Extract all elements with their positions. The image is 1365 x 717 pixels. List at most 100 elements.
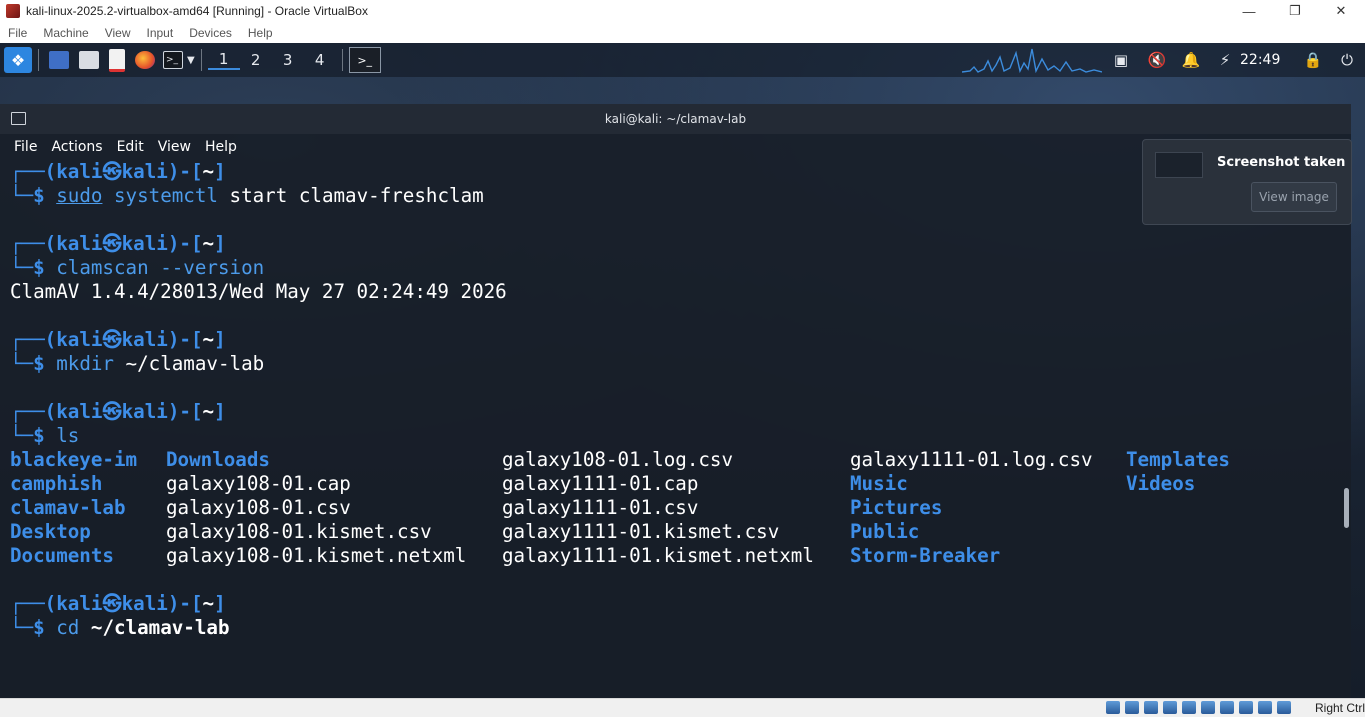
- file-entry: galaxy108-01.cap: [166, 472, 351, 495]
- vbox-menu-devices[interactable]: Devices: [181, 26, 240, 40]
- prompt-mid: )-[: [167, 400, 203, 423]
- vbox-menu-bar: File Machine View Input Devices Help: [0, 22, 1365, 44]
- file-entry: galaxy1111-01.csv: [502, 496, 699, 519]
- file-entry: galaxy1111-01.cap: [502, 472, 699, 495]
- logout-icon[interactable]: ⏻: [1336, 43, 1358, 77]
- prompt-cwd: ~: [202, 592, 215, 615]
- optical-drive-icon[interactable]: [1125, 701, 1139, 714]
- command-option: systemctl: [114, 184, 218, 207]
- show-desktop-icon[interactable]: [49, 47, 69, 73]
- shared-folder-icon[interactable]: [1201, 701, 1215, 714]
- command-name: ls: [56, 424, 80, 447]
- vbox-window-title: kali-linux-2025.2-virtualbox-amd64 [Runn…: [26, 4, 368, 18]
- prompt-host: kali: [121, 328, 168, 351]
- command-args: start clamav-freshclam: [229, 184, 484, 207]
- directory-entry: Downloads: [166, 448, 270, 471]
- kali-menu-icon[interactable]: ❖: [4, 47, 32, 73]
- vbox-menu-file[interactable]: File: [0, 26, 35, 40]
- lock-icon[interactable]: 🔒: [1302, 43, 1324, 77]
- directory-entry: Templates: [1126, 448, 1230, 471]
- firefox-icon[interactable]: [135, 47, 155, 73]
- prompt-dollar: └─$: [10, 184, 45, 207]
- command-line: └─$ mkdir ~/clamav-lab: [10, 352, 1330, 376]
- directory-entry: Videos: [1126, 472, 1196, 495]
- output-line: ClamAV 1.4.4/28013/Wed May 27 02:24:49 2…: [10, 280, 1330, 304]
- network-icon[interactable]: [1163, 701, 1177, 714]
- prompt-cwd: ~: [202, 160, 215, 183]
- mute-icon[interactable]: 🔇: [1146, 43, 1168, 77]
- file-entry: galaxy1111-01.kismet.csv: [502, 520, 780, 543]
- terminal-menu-view[interactable]: View: [158, 139, 191, 155]
- vbox-menu-machine[interactable]: Machine: [35, 26, 96, 40]
- bell-icon[interactable]: 🔔: [1180, 43, 1202, 77]
- prompt-line: ┌──(kali㉿kali)-[~]: [10, 400, 1330, 424]
- prompt-at-symbol: ㉿: [102, 328, 122, 351]
- chevron-down-icon[interactable]: ▼: [187, 47, 195, 73]
- close-button[interactable]: ✕: [1318, 0, 1364, 22]
- prompt-host: kali: [121, 592, 168, 615]
- workspace-3[interactable]: 3: [272, 51, 304, 69]
- prompt-top-close: ]: [214, 400, 226, 423]
- minimize-button[interactable]: —: [1226, 0, 1272, 22]
- view-image-button[interactable]: View image: [1251, 182, 1337, 212]
- command-line: └─$ sudo systemctl start clamav-freshcla…: [10, 184, 1330, 208]
- prompt-user: kali: [56, 328, 103, 351]
- prompt-user: kali: [56, 400, 103, 423]
- command-args: ~/clamav-lab: [125, 352, 265, 375]
- command-line: └─$ ls: [10, 424, 1330, 448]
- text-editor-icon[interactable]: [109, 47, 125, 73]
- maximize-button[interactable]: ❐: [1272, 0, 1318, 22]
- prompt-user: kali: [56, 160, 103, 183]
- vbox-title-bar: kali-linux-2025.2-virtualbox-amd64 [Runn…: [0, 0, 1365, 22]
- cpu-icon[interactable]: [1258, 701, 1272, 714]
- usb-icon[interactable]: [1182, 701, 1196, 714]
- panel-separator: [38, 49, 39, 71]
- vbox-menu-input[interactable]: Input: [139, 26, 182, 40]
- power-icon[interactable]: ⚡: [1214, 43, 1236, 77]
- terminal-menu-file[interactable]: File: [14, 139, 37, 155]
- vbox-menu-help[interactable]: Help: [240, 26, 281, 40]
- vbox-device-icons: [1106, 701, 1296, 714]
- terminal-menu-edit[interactable]: Edit: [117, 139, 144, 155]
- prompt-top-open: ┌──(: [10, 232, 57, 255]
- command-output: ClamAV 1.4.4/28013/Wed May 27 02:24:49 2…: [10, 280, 507, 303]
- terminal-task-icon[interactable]: >_: [348, 47, 381, 73]
- mouse-integration-icon[interactable]: [1277, 701, 1291, 714]
- workspace-2[interactable]: 2: [240, 51, 272, 69]
- terminal-icon[interactable]: >_: [163, 47, 183, 73]
- vbox-menu-view[interactable]: View: [97, 26, 139, 40]
- recording-icon[interactable]: [1239, 701, 1253, 714]
- terminal-scrollbar[interactable]: [1344, 488, 1349, 528]
- hard-disk-icon[interactable]: [1106, 701, 1120, 714]
- directory-entry: clamav-lab: [10, 496, 126, 519]
- directory-entry: Desktop: [10, 520, 91, 543]
- terminal-console[interactable]: ┌──(kali㉿kali)-[~] └─$ sudo systemctl sta…: [10, 160, 1330, 640]
- directory-entry: Storm-Breaker: [850, 544, 1001, 567]
- prompt-top-close: ]: [214, 160, 226, 183]
- prompt-top-open: ┌──(: [10, 328, 57, 351]
- display-icon[interactable]: ▣: [1110, 43, 1132, 77]
- display-status-icon[interactable]: [1220, 701, 1234, 714]
- virtualbox-logo-icon: [6, 4, 20, 18]
- prompt-host: kali: [121, 400, 168, 423]
- prompt-line: ┌──(kali㉿kali)-[~]: [10, 328, 1330, 352]
- terminal-menu-help[interactable]: Help: [205, 139, 237, 155]
- directory-entry: camphish: [10, 472, 103, 495]
- panel-separator: [200, 49, 202, 71]
- terminal-menu-actions[interactable]: Actions: [51, 139, 102, 155]
- prompt-dollar: └─$: [10, 352, 45, 375]
- file-entry: galaxy1111-01.kismet.netxml: [502, 544, 814, 567]
- file-manager-icon[interactable]: [79, 47, 99, 73]
- command-name: sudo: [56, 184, 103, 207]
- workspace-1[interactable]: 1: [207, 50, 240, 70]
- panel-clock[interactable]: 22:49: [1240, 43, 1280, 77]
- command-name: mkdir: [56, 352, 114, 375]
- audio-icon[interactable]: [1144, 701, 1158, 714]
- command-args: ~/clamav-lab: [90, 616, 230, 639]
- workspace-4[interactable]: 4: [304, 51, 336, 69]
- panel-separator: [341, 49, 343, 71]
- file-entry: galaxy108-01.log.csv: [502, 448, 734, 471]
